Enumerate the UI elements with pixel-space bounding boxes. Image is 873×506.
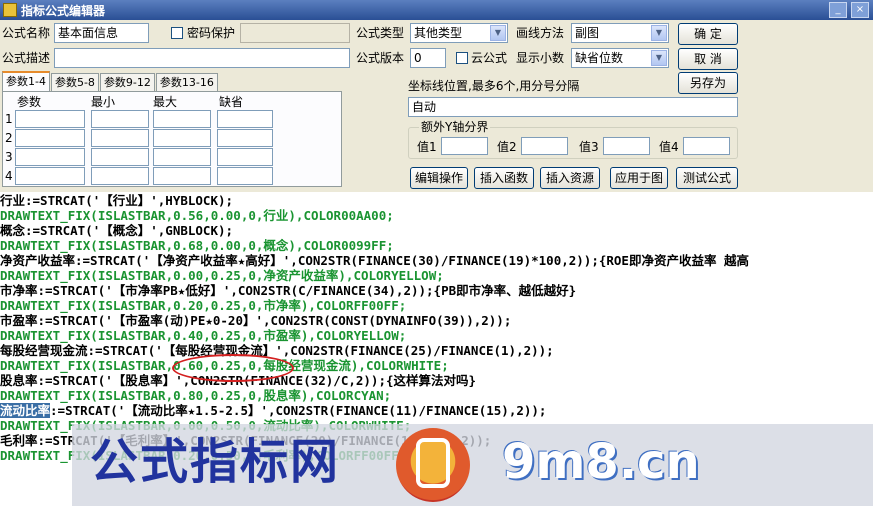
code-line: 净资产收益率:=STRCAT('【净资产收益率★高好】',CON2STR(FIN… (0, 253, 749, 268)
formula-name-input[interactable]: 基本面信息 (54, 23, 149, 43)
param-min-input[interactable] (91, 129, 149, 147)
draw-method-value: 副图 (575, 26, 600, 40)
formula-form-panel: 公式名称 基本面信息 密码保护 公式类型 其他类型 ▼ 画线方法 副图 ▼ 确 … (0, 20, 873, 192)
insert-function-button[interactable]: 插入函数 (474, 167, 534, 189)
test-formula-button[interactable]: 测试公式 (676, 167, 738, 189)
ok-button[interactable]: 确 定 (678, 23, 738, 45)
param-max-input[interactable] (153, 167, 211, 185)
window-title: 指标公式编辑器 (21, 3, 106, 18)
param-header-max: 最大 (153, 95, 178, 109)
code-line: DRAWTEXT_FIX(ISLASTBAR,0.40,0.25,0,市盈率),… (0, 328, 407, 343)
value1-label: 值1 (417, 140, 437, 154)
formula-version-label: 公式版本 (356, 51, 405, 65)
password-label: 密码保护 (187, 26, 236, 40)
param-header-name: 参数 (17, 95, 42, 109)
formula-type-select[interactable]: 其他类型 ▼ (410, 23, 508, 43)
cancel-button[interactable]: 取 消 (678, 48, 738, 70)
code-line: 行业:=STRCAT('【行业】',HYBLOCK); (0, 193, 234, 208)
code-line: 市盈率:=STRCAT('【市盈率(动)PE★0-20】',CON2STR(CO… (0, 313, 512, 328)
formula-version-input[interactable]: 0 (410, 48, 446, 68)
close-button[interactable]: × (851, 2, 869, 18)
value1-input[interactable] (441, 137, 488, 155)
tab-params-1-4[interactable]: 参数1-4 (2, 71, 50, 91)
param-tabs: 参数1-4 参数5-8 参数9-12 参数13-16 (2, 71, 219, 91)
tab-params-9-12[interactable]: 参数9-12 (99, 73, 155, 91)
value2-input[interactable] (521, 137, 568, 155)
param-default-input[interactable] (217, 110, 273, 128)
watermark-banner: 公式指标网 9m8.cn (72, 424, 873, 506)
code-line: DRAWTEXT_FIX(ISLASTBAR,0.68,0.00,0,概念),C… (0, 238, 394, 253)
extra-y-axis-label: 额外Y轴分界 (419, 120, 491, 134)
decimal-label: 显示小数 (516, 51, 565, 65)
code-line: 每股经营现金流:=STRCAT('【每股经营现金流】',CON2STR(FINA… (0, 343, 554, 358)
draw-method-select[interactable]: 副图 ▼ (571, 23, 669, 43)
code-line: DRAWTEXT_FIX(ISLASTBAR,0.60,0.25,0,每股经营现… (0, 358, 449, 373)
watermark-url: 9m8.cn (502, 434, 700, 490)
annotation-circle (172, 354, 294, 382)
value2-label: 值2 (497, 140, 517, 154)
tab-params-13-16[interactable]: 参数13-16 (155, 73, 218, 91)
watermark-site-name: 公式指标网 (90, 434, 341, 490)
param-row-number: 3 (5, 150, 13, 164)
chevron-down-icon: ▼ (651, 25, 667, 41)
param-name-input[interactable] (15, 148, 85, 166)
chevron-down-icon: ▼ (490, 25, 506, 41)
code-line: DRAWTEXT_FIX(ISLASTBAR,0.80,0.25,0,股息率),… (0, 388, 392, 403)
param-table: 参数 最小 最大 缺省 1 2 3 4 (2, 91, 342, 187)
edit-operation-button[interactable]: 编辑操作 (410, 167, 468, 189)
param-max-input[interactable] (153, 148, 211, 166)
param-header-default: 缺省 (219, 95, 244, 109)
save-as-button[interactable]: 另存为 (678, 72, 738, 94)
param-header-min: 最小 (91, 95, 116, 109)
minimize-button[interactable]: _ (829, 2, 847, 18)
code-line: DRAWTEXT_FIX(ISLASTBAR,0.20,0.25,0,市净率),… (0, 298, 407, 313)
param-default-input[interactable] (217, 148, 273, 166)
param-row-number: 2 (5, 131, 13, 145)
formula-type-value: 其他类型 (414, 26, 463, 40)
title-bar: 指标公式编辑器 _ × (0, 0, 873, 20)
value3-input[interactable] (603, 137, 650, 155)
param-row-number: 1 (5, 112, 13, 126)
password-input[interactable] (240, 23, 350, 43)
value4-input[interactable] (683, 137, 730, 155)
code-line: 市净率:=STRCAT('【市净率PB★低好】',CON2STR(C/FINAN… (0, 283, 577, 298)
code-line: DRAWTEXT_FIX(ISLASTBAR,0.56,0.00,0,行业),C… (0, 208, 394, 223)
code-line: 流动比率:=STRCAT('【流动比率★1.5-2.5】',CON2STR(FI… (0, 403, 547, 418)
param-min-input[interactable] (91, 148, 149, 166)
formula-type-label: 公式类型 (356, 26, 405, 40)
tab-params-5-8[interactable]: 参数5-8 (50, 73, 99, 91)
cloud-formula-checkbox[interactable] (456, 52, 468, 64)
param-max-input[interactable] (153, 110, 211, 128)
decimal-select[interactable]: 缺省位数 ▼ (571, 48, 669, 68)
param-max-input[interactable] (153, 129, 211, 147)
formula-desc-label: 公式描述 (2, 51, 51, 65)
app-icon (3, 3, 17, 17)
param-min-input[interactable] (91, 167, 149, 185)
axis-lines-label: 坐标线位置,最多6个,用分号分隔 (408, 79, 580, 93)
axis-lines-input[interactable]: 自动 (408, 97, 738, 117)
insert-resource-button[interactable]: 插入资源 (540, 167, 600, 189)
site-logo-icon (396, 428, 470, 502)
formula-name-label: 公式名称 (2, 26, 51, 40)
code-line: 概念:=STRCAT('【概念】',GNBLOCK); (0, 223, 234, 238)
param-name-input[interactable] (15, 129, 85, 147)
code-line: DRAWTEXT_FIX(ISLASTBAR,0.00,0.25,0,净资产收益… (0, 268, 444, 283)
param-name-input[interactable] (15, 167, 85, 185)
formula-desc-input[interactable] (54, 48, 350, 68)
decimal-value: 缺省位数 (575, 51, 624, 65)
param-default-input[interactable] (217, 129, 273, 147)
param-default-input[interactable] (217, 167, 273, 185)
code-line: 股息率:=STRCAT('【股息率】',CON2STR(FINANCE(32)/… (0, 373, 477, 388)
draw-method-label: 画线方法 (516, 26, 565, 40)
cloud-formula-label: 云公式 (471, 51, 508, 65)
apply-to-chart-button[interactable]: 应用于图 (610, 167, 668, 189)
value3-label: 值3 (579, 140, 599, 154)
param-row-number: 4 (5, 169, 13, 183)
value4-label: 值4 (659, 140, 679, 154)
param-name-input[interactable] (15, 110, 85, 128)
param-min-input[interactable] (91, 110, 149, 128)
chevron-down-icon: ▼ (651, 50, 667, 66)
extra-y-axis-group: 额外Y轴分界 值1 值2 值3 值4 (408, 120, 738, 159)
password-checkbox[interactable] (171, 27, 183, 39)
